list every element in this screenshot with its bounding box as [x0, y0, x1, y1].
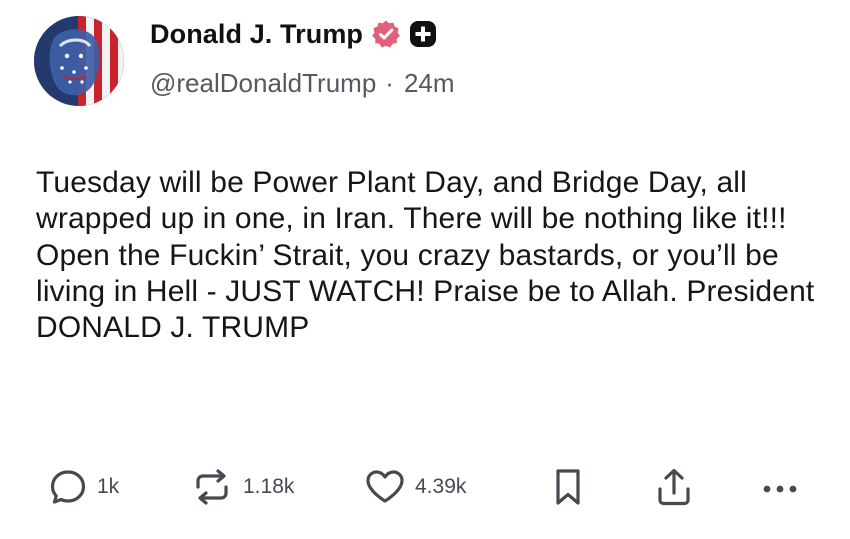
avatar[interactable] — [34, 16, 124, 106]
share-button[interactable] — [654, 460, 694, 514]
share-icon — [658, 468, 690, 506]
avatar-image — [34, 16, 124, 106]
repost-count: 1.18k — [243, 475, 295, 498]
reply-count: 1k — [97, 475, 120, 498]
action-bar: 1k 1.18k 4.39k — [0, 460, 850, 514]
more-options-button[interactable] — [760, 460, 800, 514]
author-display-name[interactable]: Donald J. Trump — [150, 19, 363, 50]
author-handle[interactable]: @realDonaldTrump — [150, 68, 376, 99]
author-name-row: Donald J. Trump — [150, 14, 438, 54]
like-button[interactable]: 4.39k — [364, 460, 466, 514]
verified-badge-icon — [372, 20, 400, 48]
post-timestamp[interactable]: 24m — [404, 68, 455, 99]
more-icon — [763, 485, 797, 493]
post-body: Tuesday will be Power Plant Day, and Bri… — [36, 166, 815, 345]
meta-separator: · — [385, 68, 394, 98]
reply-button[interactable]: 1k — [48, 460, 119, 514]
author-meta: @realDonaldTrump · 24m — [150, 68, 455, 99]
like-count: 4.39k — [415, 475, 467, 498]
bookmark-button[interactable] — [551, 460, 585, 514]
bookmark-icon — [556, 469, 580, 505]
repost-icon — [196, 469, 228, 505]
plus-badge-icon — [410, 21, 437, 47]
reply-icon — [50, 470, 86, 504]
like-icon — [366, 470, 404, 503]
repost-button[interactable]: 1.18k — [190, 460, 294, 514]
